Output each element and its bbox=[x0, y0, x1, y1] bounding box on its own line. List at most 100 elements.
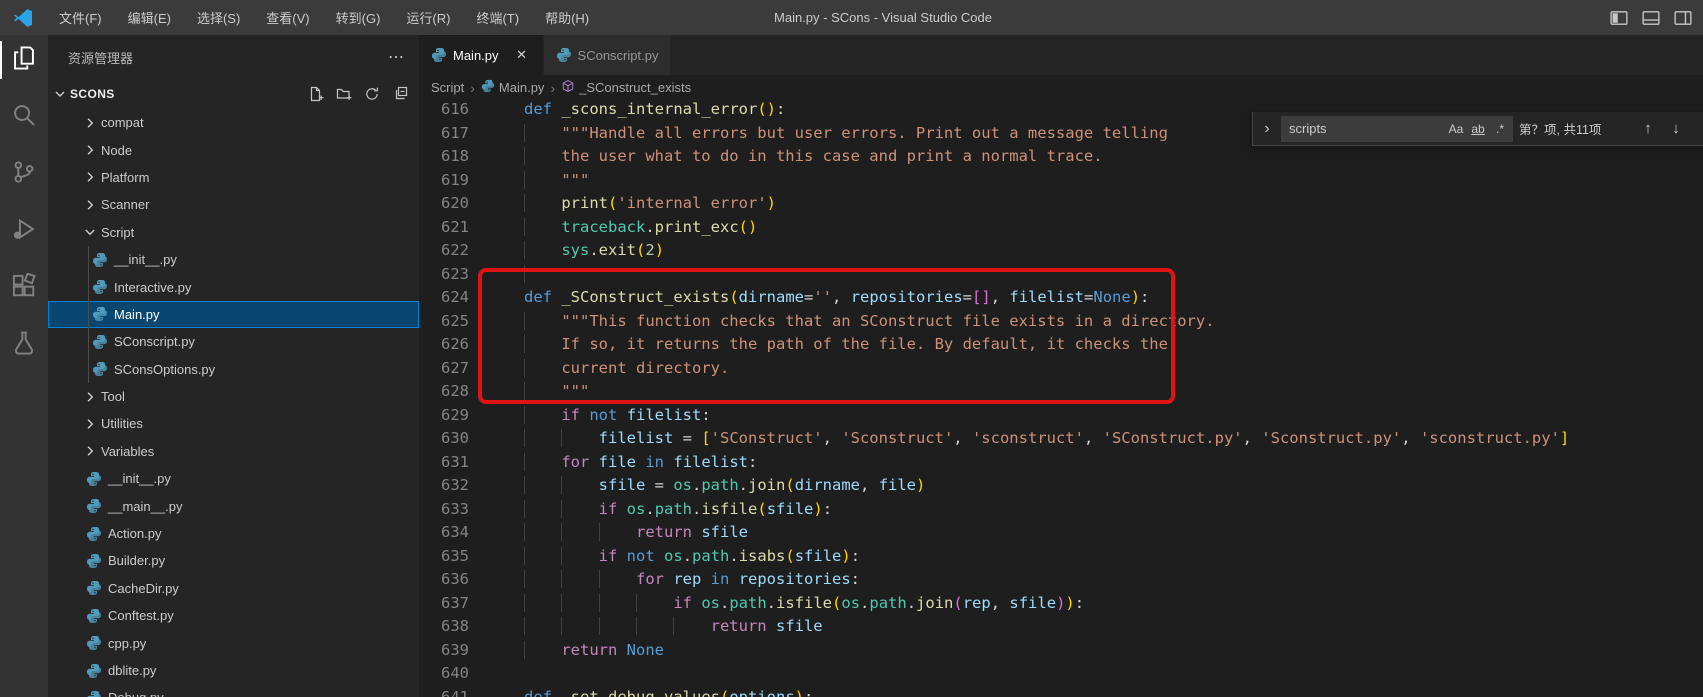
activity-extensions[interactable] bbox=[0, 263, 48, 313]
code-line-630[interactable]: 630 filelist = ['SConstruct', 'Sconstruc… bbox=[419, 427, 1703, 451]
line-content: the user what to do in this case and pri… bbox=[469, 145, 1102, 169]
tree-item-conftest.py[interactable]: Conftest.py bbox=[48, 602, 419, 629]
menu-1[interactable]: 编辑(E) bbox=[117, 4, 182, 31]
code-line-636[interactable]: 636 for rep in repositories: bbox=[419, 568, 1703, 592]
code-line-618[interactable]: 618 the user what to do in this case and… bbox=[419, 145, 1703, 169]
tree-item-node[interactable]: Node bbox=[48, 136, 419, 163]
tree-item-sconscript.py[interactable]: SConscript.py bbox=[48, 328, 419, 356]
indent-guide bbox=[524, 265, 561, 283]
code-line-637[interactable]: 637 if os.path.isfile(os.path.join(rep, … bbox=[419, 592, 1703, 616]
tree-item-tool[interactable]: Tool bbox=[48, 383, 419, 410]
activity-search[interactable] bbox=[0, 92, 48, 142]
symbol-method-icon bbox=[561, 79, 575, 96]
tree-item-platform[interactable]: Platform bbox=[48, 164, 419, 191]
breadcrumb-item-_sconstruct_exists[interactable]: _SConstruct_exists bbox=[561, 79, 691, 96]
tree-item-action.py[interactable]: Action.py bbox=[48, 520, 419, 547]
menu-4[interactable]: 转到(G) bbox=[325, 4, 392, 31]
match-case-button[interactable]: Aa bbox=[1445, 118, 1467, 140]
tree-item-interactive.py[interactable]: Interactive.py bbox=[48, 273, 419, 302]
tree-item-scanner[interactable]: Scanner bbox=[48, 191, 419, 218]
code-line-631[interactable]: 631 for file in filelist: bbox=[419, 451, 1703, 475]
code-line-620[interactable]: 620 print('internal error') bbox=[419, 192, 1703, 216]
collapse-all-icon[interactable] bbox=[391, 85, 409, 103]
line-number: 620 bbox=[441, 194, 469, 212]
new-folder-icon[interactable] bbox=[335, 85, 353, 103]
tree-item-sconsoptions.py[interactable]: SConsOptions.py bbox=[48, 355, 419, 384]
chevron-right-icon bbox=[82, 142, 98, 158]
indent-guide bbox=[524, 241, 561, 259]
activity-explorer[interactable] bbox=[0, 35, 48, 85]
tree-item-dblite.py[interactable]: dblite.py bbox=[48, 657, 419, 684]
line-content: """This function checks that an SConstru… bbox=[469, 310, 1214, 334]
tree-item-variables[interactable]: Variables bbox=[48, 438, 419, 465]
tab-main.py[interactable]: Main.py ✕ bbox=[419, 35, 544, 75]
breadcrumb-item-main.py[interactable]: Main.py bbox=[481, 79, 544, 96]
refresh-icon[interactable] bbox=[363, 85, 381, 103]
code-line-638[interactable]: 638 return sfile bbox=[419, 615, 1703, 639]
tree-item-main.py[interactable]: Main.py bbox=[48, 300, 419, 329]
indent-guide bbox=[673, 617, 710, 635]
code-line-640[interactable]: 640 bbox=[419, 662, 1703, 686]
code-line-621[interactable]: 621 traceback.print_exc() bbox=[419, 216, 1703, 240]
code-line-628[interactable]: 628 """ bbox=[419, 380, 1703, 404]
python-icon bbox=[92, 279, 108, 295]
line-content: def _SConstruct_exists(dirname='', repos… bbox=[524, 288, 1150, 306]
tree-item-label: Builder.py bbox=[108, 553, 166, 569]
new-file-icon[interactable] bbox=[307, 85, 325, 103]
code-line-629[interactable]: 629 if not filelist: bbox=[419, 404, 1703, 428]
code-line-633[interactable]: 633 if os.path.isfile(sfile): bbox=[419, 498, 1703, 522]
code-line-625[interactable]: 625 """This function checks that an SCon… bbox=[419, 310, 1703, 334]
tree-item-builder.py[interactable]: Builder.py bbox=[48, 547, 419, 574]
code-line-634[interactable]: 634 return sfile bbox=[419, 521, 1703, 545]
code-line-623[interactable]: 623 bbox=[419, 263, 1703, 287]
tree-item-__main__.py[interactable]: __main__.py bbox=[48, 492, 419, 519]
tree-item-label: compat bbox=[101, 115, 144, 131]
menu-7[interactable]: 帮助(H) bbox=[534, 4, 600, 31]
code-line-639[interactable]: 639 return None bbox=[419, 639, 1703, 663]
code-line-622[interactable]: 622 sys.exit(2) bbox=[419, 239, 1703, 263]
code-line-635[interactable]: 635 if not os.path.isabs(sfile): bbox=[419, 545, 1703, 569]
tree-item-debug.py[interactable]: Debug.py bbox=[48, 684, 419, 697]
tree-item-compat[interactable]: compat bbox=[48, 109, 419, 136]
indent-guide bbox=[524, 359, 561, 377]
tree-item-__init__.py[interactable]: __init__.py bbox=[48, 245, 419, 274]
previous-match-icon[interactable]: ↑ bbox=[1637, 118, 1659, 140]
line-content: for rep in repositories: bbox=[469, 568, 860, 592]
toggle-secondary-sidebar-icon[interactable] bbox=[1671, 6, 1695, 30]
tree-item-cachedir.py[interactable]: CacheDir.py bbox=[48, 575, 419, 602]
activity-run-debug[interactable] bbox=[0, 206, 48, 256]
menu-3[interactable]: 查看(V) bbox=[255, 4, 320, 31]
activity-testing[interactable] bbox=[0, 320, 48, 370]
code-line-632[interactable]: 632 sfile = os.path.join(dirname, file) bbox=[419, 474, 1703, 498]
more-actions-icon[interactable]: ⋯ bbox=[388, 47, 405, 67]
code-line-627[interactable]: 627 current directory. bbox=[419, 357, 1703, 381]
code-editor[interactable]: 616 def _scons_internal_error(): 617 """Ha… bbox=[419, 100, 1703, 697]
regex-button[interactable]: .* bbox=[1489, 118, 1511, 140]
tree-item-script[interactable]: Script bbox=[48, 219, 419, 246]
find-input[interactable] bbox=[1289, 121, 1445, 136]
tree-item-cpp.py[interactable]: cpp.py bbox=[48, 629, 419, 656]
tree-item-__init__.py[interactable]: __init__.py bbox=[48, 465, 419, 492]
explorer-section-header[interactable]: SCONS bbox=[48, 79, 419, 109]
activity-source-control[interactable] bbox=[0, 149, 48, 199]
layout-controls bbox=[1607, 0, 1695, 35]
menu-2[interactable]: 选择(S) bbox=[186, 4, 251, 31]
code-line-624[interactable]: 624 def _SConstruct_exists(dirname='', re… bbox=[419, 286, 1703, 310]
code-line-626[interactable]: 626 If so, it returns the path of the fi… bbox=[419, 333, 1703, 357]
next-match-icon[interactable]: ↓ bbox=[1665, 118, 1687, 140]
line-content: sys.exit(2) bbox=[469, 239, 664, 263]
toggle-replace-icon[interactable]: › bbox=[1259, 116, 1275, 142]
menu-5[interactable]: 运行(R) bbox=[395, 4, 461, 31]
menu-0[interactable]: 文件(F) bbox=[48, 4, 113, 31]
whole-word-button[interactable]: ab bbox=[1467, 118, 1489, 140]
toggle-panel-icon[interactable] bbox=[1639, 6, 1663, 30]
line-number: 617 bbox=[441, 123, 469, 142]
toggle-sidebar-icon[interactable] bbox=[1607, 6, 1631, 30]
close-icon[interactable]: ✕ bbox=[513, 47, 531, 63]
tree-item-utilities[interactable]: Utilities bbox=[48, 410, 419, 437]
code-line-641[interactable]: 641 def _set_debug_values(options): bbox=[419, 686, 1703, 697]
tab-sconscript.py[interactable]: SConscript.py bbox=[543, 35, 672, 75]
breadcrumb-item-script[interactable]: Script bbox=[431, 80, 464, 95]
menu-6[interactable]: 终端(T) bbox=[465, 4, 530, 31]
code-line-619[interactable]: 619 """ bbox=[419, 169, 1703, 193]
